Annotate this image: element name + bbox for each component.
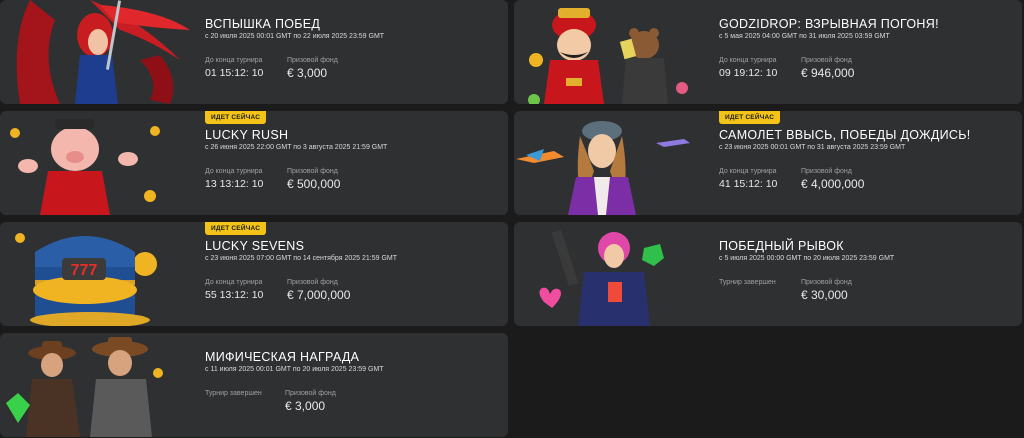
tournament-card[interactable]: ИДЕТ СЕЙЧАС LUCKY RUSH с 26 июня 2025 22… bbox=[0, 111, 508, 215]
tournament-ended-label: Турнир завершен bbox=[719, 279, 776, 286]
tournament-ended-label: Турнир завершен bbox=[205, 390, 262, 397]
live-badge: ИДЕТ СЕЙЧАС bbox=[205, 222, 267, 235]
tournament-card[interactable]: ПОБЕДНЫЙ РЫВОК с 5 июля 2025 00:00 GMT п… bbox=[514, 222, 1022, 326]
time-left-label: До конца турнира bbox=[205, 57, 263, 64]
cowboys-image bbox=[0, 333, 200, 437]
treasure-chest-777-image: 777 bbox=[0, 222, 200, 326]
tournament-card[interactable]: 777 ИДЕТ СЕЙЧАС LUCKY SEVENS с 23 июня 2… bbox=[0, 222, 508, 326]
time-left-label: До конца турнира bbox=[205, 279, 263, 286]
prize-pool-label: Призовой фонд bbox=[287, 279, 338, 286]
tournament-dates: с 26 июня 2025 22:00 GMT по 3 августа 20… bbox=[205, 144, 388, 151]
prize-pool-label: Призовой фонд bbox=[801, 279, 852, 286]
tournament-dates: с 5 мая 2025 04:00 GMT по 31 июля 2025 0… bbox=[719, 33, 890, 40]
tournament-card[interactable]: ИДЕТ СЕЙЧАС САМОЛЕТ ВВЫСЬ, ПОБЕДЫ ДОЖДИС… bbox=[514, 111, 1022, 215]
pink-hair-gamer-image bbox=[514, 222, 714, 326]
prize-pool-label: Призовой фонд bbox=[801, 168, 852, 175]
svg-text:777: 777 bbox=[71, 262, 98, 279]
prize-pool-label: Призовой фонд bbox=[801, 57, 852, 64]
tournament-dates: с 20 июля 2025 00:01 GMT по 22 июля 2025… bbox=[205, 33, 385, 40]
tournament-title[interactable]: МИФИЧЕСКАЯ НАГРАДА bbox=[205, 350, 359, 364]
prize-value: € 3,000 bbox=[285, 399, 326, 413]
countdown-value: 01 15:12: 10 bbox=[205, 67, 264, 79]
tournament-card[interactable]: GODZIDROP: ВЗРЫВНАЯ ПОГОНЯ! с 5 мая 2025… bbox=[514, 0, 1022, 104]
prize-value: € 4,000,000 bbox=[801, 177, 865, 191]
pilot-woman-image bbox=[514, 111, 714, 215]
prize-value: € 30,000 bbox=[801, 288, 848, 302]
countdown-value: 41 15:12: 10 bbox=[719, 178, 778, 190]
time-left-label: До конца турнира bbox=[205, 168, 263, 175]
time-left-label: До конца турнира bbox=[719, 57, 777, 64]
live-badge: ИДЕТ СЕЙЧАС bbox=[719, 111, 781, 124]
countdown-value: 09 19:12: 10 bbox=[719, 67, 778, 79]
countdown-value: 55 13:12: 10 bbox=[205, 289, 264, 301]
prize-value: € 7,000,000 bbox=[287, 288, 351, 302]
tournament-dates: с 11 июля 2025 00:01 GMT по 20 июля 2025… bbox=[205, 366, 384, 373]
tournament-title[interactable]: ПОБЕДНЫЙ РЫВОК bbox=[719, 239, 844, 253]
prize-pool-label: Призовой фонд bbox=[287, 168, 338, 175]
prize-pool-label: Призовой фонд bbox=[287, 57, 338, 64]
lucky-pig-image bbox=[0, 111, 200, 215]
tournament-title[interactable]: ВСПЫШКА ПОБЕД bbox=[205, 17, 320, 31]
tournament-title[interactable]: LUCKY SEVENS bbox=[205, 239, 304, 253]
prize-pool-label: Призовой фонд bbox=[285, 390, 336, 397]
red-haired-warrior-image bbox=[0, 0, 200, 104]
tournament-dates: с 23 июня 2025 00:01 GMT по 31 августа 2… bbox=[719, 144, 906, 151]
tournament-dates: с 5 июля 2025 00:00 GMT по 20 июля 2025 … bbox=[719, 255, 895, 262]
tournament-title[interactable]: LUCKY RUSH bbox=[205, 128, 288, 142]
prize-value: € 946,000 bbox=[801, 66, 855, 80]
tournament-card[interactable]: МИФИЧЕСКАЯ НАГРАДА с 11 июля 2025 00:01 … bbox=[0, 333, 508, 437]
tournament-title[interactable]: САМОЛЕТ ВВЫСЬ, ПОБЕДЫ ДОЖДИСЬ! bbox=[719, 128, 971, 142]
tournament-dates: с 23 июня 2025 07:00 GMT по 14 сентября … bbox=[205, 255, 397, 262]
live-badge: ИДЕТ СЕЙЧАС bbox=[205, 111, 267, 124]
time-left-label: До конца турнира bbox=[719, 168, 777, 175]
countdown-value: 13 13:12: 10 bbox=[205, 178, 264, 190]
tournament-title[interactable]: GODZIDROP: ВЗРЫВНАЯ ПОГОНЯ! bbox=[719, 17, 939, 31]
prize-value: € 500,000 bbox=[287, 177, 341, 191]
fortune-god-and-bear-image bbox=[514, 0, 714, 104]
prize-value: € 3,000 bbox=[287, 66, 328, 80]
tournament-card[interactable]: ВСПЫШКА ПОБЕД с 20 июля 2025 00:01 GMT п… bbox=[0, 0, 508, 104]
